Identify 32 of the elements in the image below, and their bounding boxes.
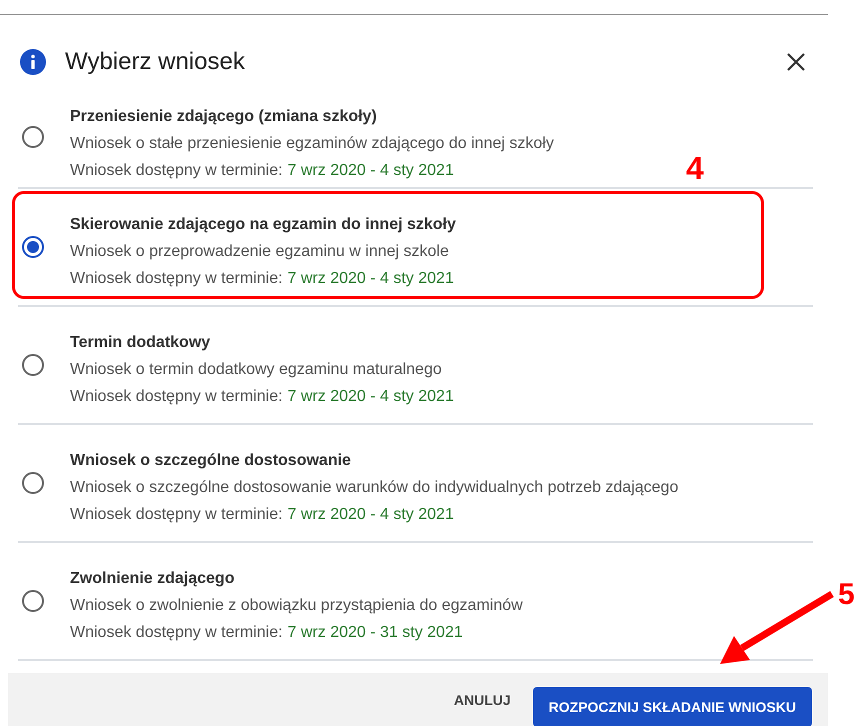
availability-period: 7 wrz 2020 - 4 sty 2021: [288, 268, 454, 288]
annotation-number: 4: [686, 150, 704, 187]
availability-period: 7 wrz 2020 - 4 sty 2021: [288, 160, 454, 180]
option-title: Zwolnienie zdającego: [70, 568, 236, 588]
availability-label: Wniosek dostępny w terminie:: [70, 622, 283, 642]
availability-label: Wniosek dostępny w terminie:: [70, 386, 283, 406]
option-title: Termin dodatkowy: [70, 332, 212, 352]
availability-period: 7 wrz 2020 - 4 sty 2021: [288, 386, 454, 406]
radio-button[interactable]: [22, 126, 44, 148]
option-title: Przeniesienie zdającego (zmiana szkoły): [70, 106, 378, 126]
radio-button[interactable]: [22, 472, 44, 494]
radio-button[interactable]: [22, 236, 44, 258]
availability-label: Wniosek dostępny w terminie:: [70, 268, 283, 288]
option-title: Skierowanie zdającego na egzamin do innej szkoły: [70, 214, 456, 234]
option-description: Wniosek o szczególne dostosowanie warunków do indywidualnych potrzeb zdającego: [70, 478, 678, 498]
annotation-number: 5: [838, 578, 855, 612]
availability-label: Wniosek dostępny w terminie:: [70, 160, 283, 180]
info-icon: [20, 49, 46, 75]
radio-button[interactable]: [22, 590, 44, 612]
radio-button[interactable]: [22, 354, 44, 376]
option-description: Wniosek o termin dodatkowy egzaminu maturalnego: [70, 360, 443, 380]
dialog-title: Wybierz wniosek: [65, 48, 246, 76]
cancel-button[interactable]: ANULUJ: [454, 684, 511, 716]
option-title: Wniosek o szczególne dostosowanie: [70, 450, 352, 470]
start-button[interactable]: ROZPOCZNIJ SKŁADANIE WNIOSKU: [532, 687, 812, 726]
availability-period: 7 wrz 2020 - 4 sty 2021: [288, 504, 454, 524]
availability-period: 7 wrz 2020 - 31 sty 2021: [288, 622, 463, 642]
option-description: Wniosek o zwolnienie z obowiązku przystąpienia do egzaminów: [70, 596, 523, 616]
availability-label: Wniosek dostępny w terminie:: [70, 504, 283, 524]
close-icon[interactable]: [786, 52, 806, 72]
option-description: Wniosek o przeprowadzenie egzaminu w innej szkole: [70, 242, 450, 262]
option-description: Wniosek o stałe przeniesienie egzaminów zdającego do innej szkoły: [70, 134, 554, 154]
